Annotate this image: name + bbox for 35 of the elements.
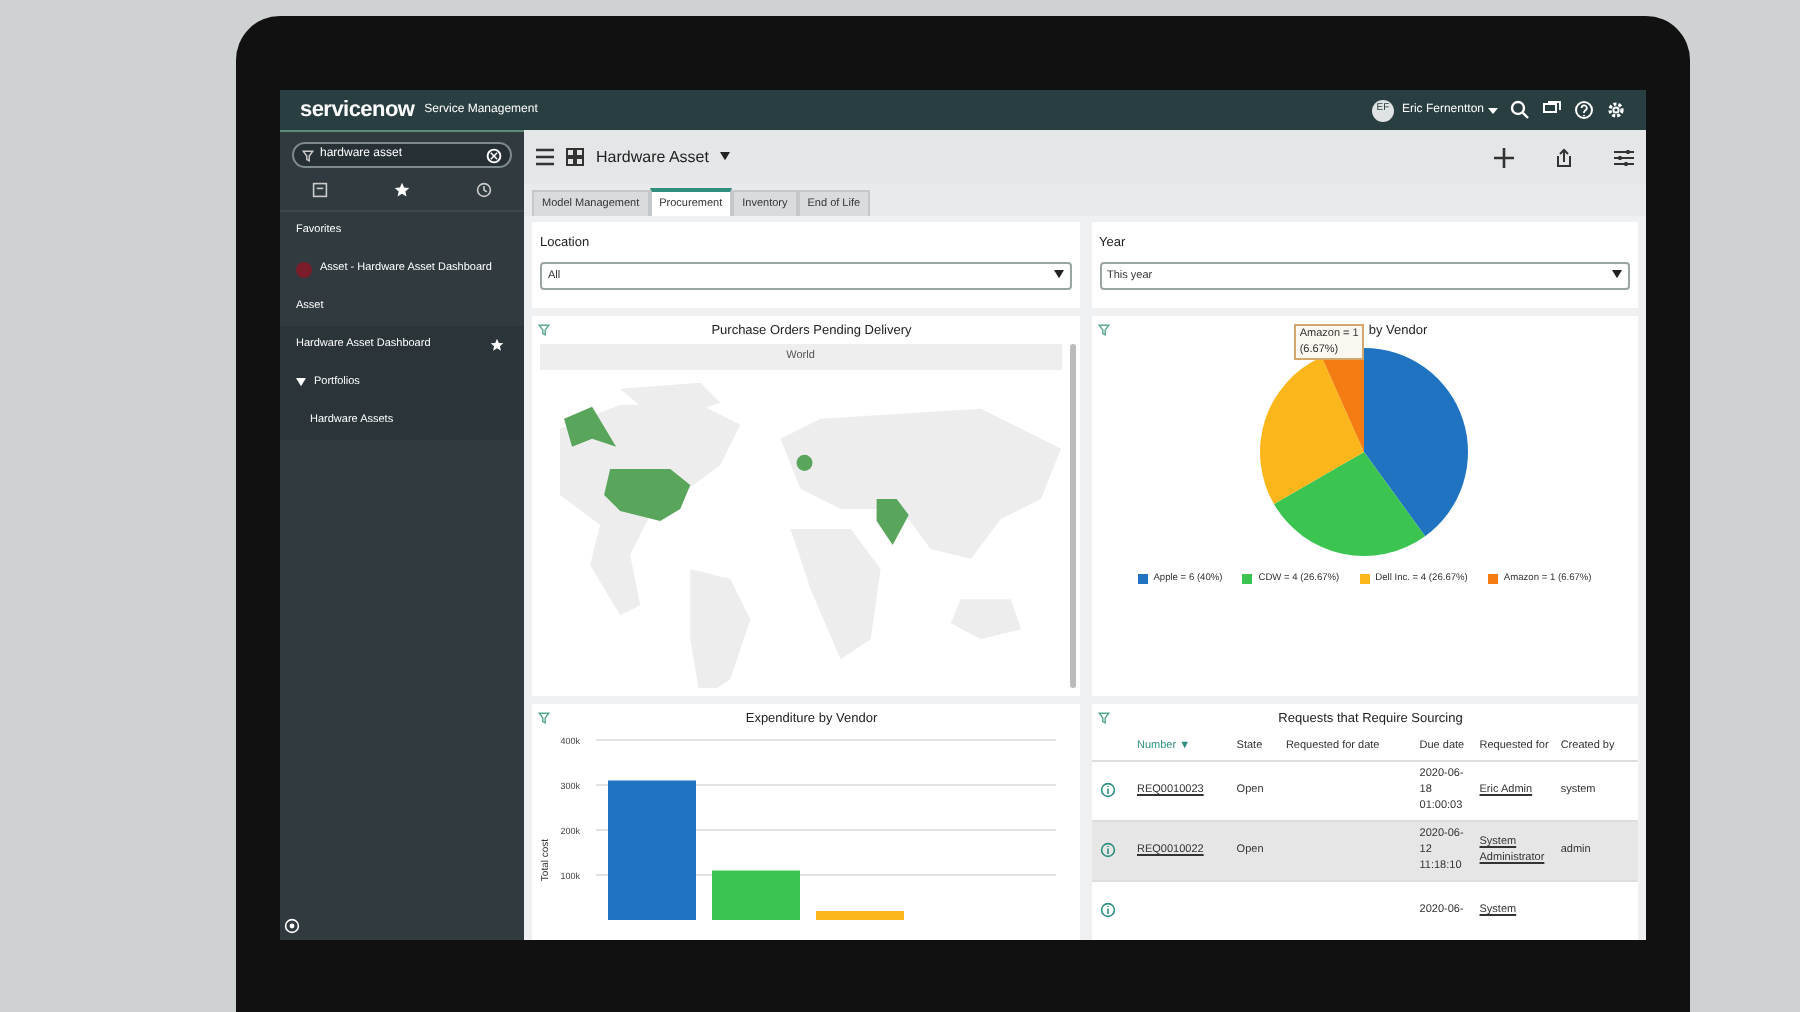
logo: servicenow bbox=[300, 95, 415, 126]
page-title: Hardware Asset bbox=[596, 145, 709, 169]
menu-icon[interactable] bbox=[536, 148, 554, 166]
pie-slice[interactable] bbox=[1260, 357, 1365, 504]
plus-icon[interactable] bbox=[1494, 147, 1514, 167]
alert-icon bbox=[296, 261, 312, 277]
legend-swatch bbox=[1137, 574, 1148, 585]
legend-swatch bbox=[1359, 574, 1370, 585]
archive-icon[interactable] bbox=[312, 181, 329, 197]
help-icon[interactable] bbox=[1574, 100, 1594, 120]
clear-icon[interactable] bbox=[486, 147, 502, 163]
sliders-icon[interactable] bbox=[1614, 147, 1634, 167]
clock-icon[interactable] bbox=[475, 181, 492, 197]
info-icon[interactable] bbox=[1099, 902, 1115, 919]
filter-icon[interactable] bbox=[1097, 324, 1109, 336]
pie-slice[interactable] bbox=[1364, 348, 1469, 537]
star-icon[interactable] bbox=[393, 181, 410, 197]
filter-icon[interactable] bbox=[538, 324, 550, 336]
pie-slice[interactable] bbox=[1274, 452, 1426, 556]
share-icon[interactable] bbox=[1554, 147, 1574, 167]
filter-icon[interactable] bbox=[538, 712, 550, 724]
info-icon[interactable] bbox=[1099, 842, 1115, 858]
caret-icon bbox=[1488, 107, 1498, 113]
caret-icon bbox=[1612, 270, 1622, 281]
search-icon[interactable] bbox=[1510, 100, 1530, 120]
caret-icon bbox=[1053, 270, 1063, 281]
legend-swatch bbox=[1242, 574, 1253, 585]
scrollbar[interactable] bbox=[1069, 344, 1075, 688]
star-icon[interactable] bbox=[490, 338, 504, 352]
filter-icon[interactable] bbox=[1097, 712, 1109, 724]
filter-icon bbox=[302, 149, 314, 161]
caret-icon[interactable] bbox=[720, 152, 731, 162]
info-icon[interactable] bbox=[1099, 782, 1115, 798]
legend-swatch bbox=[1487, 574, 1498, 585]
grid-icon[interactable] bbox=[566, 148, 584, 166]
